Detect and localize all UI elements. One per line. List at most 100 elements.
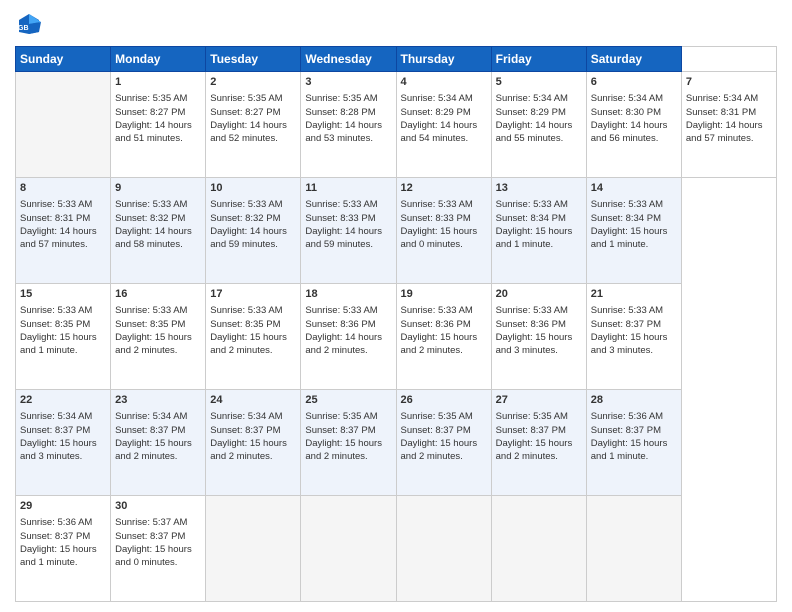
day-info: Daylight: 14 hours (20, 225, 106, 238)
day-info: Daylight: 14 hours (305, 225, 391, 238)
day-info: Sunset: 8:36 PM (401, 318, 487, 331)
day-info: and 1 minute. (20, 556, 106, 569)
day-cell: 25Sunrise: 5:35 AMSunset: 8:37 PMDayligh… (301, 390, 396, 496)
day-info: Daylight: 15 hours (591, 225, 677, 238)
day-info: Sunset: 8:37 PM (591, 424, 677, 437)
day-cell: 20Sunrise: 5:33 AMSunset: 8:36 PMDayligh… (491, 284, 586, 390)
day-info: and 59 minutes. (305, 238, 391, 251)
day-cell: 29Sunrise: 5:36 AMSunset: 8:37 PMDayligh… (16, 496, 111, 602)
day-cell: 16Sunrise: 5:33 AMSunset: 8:35 PMDayligh… (111, 284, 206, 390)
day-info: Daylight: 15 hours (496, 437, 582, 450)
day-cell: 23Sunrise: 5:34 AMSunset: 8:37 PMDayligh… (111, 390, 206, 496)
day-number: 20 (496, 287, 582, 302)
day-info: Sunset: 8:37 PM (20, 530, 106, 543)
day-info: Sunset: 8:30 PM (591, 106, 677, 119)
day-info: Sunrise: 5:34 AM (115, 410, 201, 423)
day-info: Sunrise: 5:33 AM (591, 198, 677, 211)
day-info: Sunrise: 5:35 AM (305, 92, 391, 105)
day-info: and 2 minutes. (496, 450, 582, 463)
day-cell: 12Sunrise: 5:33 AMSunset: 8:33 PMDayligh… (396, 178, 491, 284)
day-info: Sunrise: 5:34 AM (210, 410, 296, 423)
day-info: Daylight: 15 hours (210, 331, 296, 344)
day-info: Sunrise: 5:35 AM (115, 92, 201, 105)
day-cell (301, 496, 396, 602)
day-cell: 21Sunrise: 5:33 AMSunset: 8:37 PMDayligh… (586, 284, 681, 390)
day-info: Sunset: 8:36 PM (305, 318, 391, 331)
day-number: 3 (305, 75, 391, 90)
day-cell: 24Sunrise: 5:34 AMSunset: 8:37 PMDayligh… (206, 390, 301, 496)
day-info: and 58 minutes. (115, 238, 201, 251)
day-info: Daylight: 14 hours (305, 331, 391, 344)
day-info: and 51 minutes. (115, 132, 201, 145)
day-number: 26 (401, 393, 487, 408)
day-info: Daylight: 15 hours (401, 331, 487, 344)
day-info: Daylight: 14 hours (115, 119, 201, 132)
day-cell: 8 Sunrise: 5:33 AMSunset: 8:31 PMDaylight… (16, 178, 111, 284)
day-info: Sunrise: 5:34 AM (20, 410, 106, 423)
day-info: Sunset: 8:27 PM (210, 106, 296, 119)
day-number: 21 (591, 287, 677, 302)
day-info: Sunset: 8:34 PM (591, 212, 677, 225)
day-info: Sunrise: 5:36 AM (20, 516, 106, 529)
day-info: Sunset: 8:37 PM (115, 424, 201, 437)
day-info: Sunset: 8:37 PM (305, 424, 391, 437)
day-number: 11 (305, 181, 391, 196)
day-cell (491, 496, 586, 602)
day-number: 7 (686, 75, 772, 90)
day-info: Sunset: 8:37 PM (401, 424, 487, 437)
day-cell: 2Sunrise: 5:35 AMSunset: 8:27 PMDaylight… (206, 72, 301, 178)
day-info: and 1 minute. (591, 238, 677, 251)
day-info: Sunrise: 5:33 AM (305, 304, 391, 317)
day-info: Daylight: 15 hours (115, 331, 201, 344)
day-info: Sunrise: 5:33 AM (496, 304, 582, 317)
day-info: Sunset: 8:31 PM (20, 212, 106, 225)
day-info: and 0 minutes. (401, 238, 487, 251)
week-row-5: 29Sunrise: 5:36 AMSunset: 8:37 PMDayligh… (16, 496, 777, 602)
day-info: Sunrise: 5:33 AM (401, 304, 487, 317)
day-cell: 10Sunrise: 5:33 AMSunset: 8:32 PMDayligh… (206, 178, 301, 284)
day-info: Daylight: 15 hours (591, 331, 677, 344)
day-info: and 56 minutes. (591, 132, 677, 145)
day-info: Sunrise: 5:34 AM (686, 92, 772, 105)
day-info: Sunset: 8:32 PM (115, 212, 201, 225)
day-number: 2 (210, 75, 296, 90)
day-info: and 2 minutes. (401, 450, 487, 463)
day-cell: 18Sunrise: 5:33 AMSunset: 8:36 PMDayligh… (301, 284, 396, 390)
day-info: Daylight: 15 hours (496, 225, 582, 238)
day-header-friday: Friday (491, 47, 586, 72)
header: GB (15, 10, 777, 38)
day-info: Sunrise: 5:33 AM (591, 304, 677, 317)
day-info: Sunrise: 5:33 AM (20, 198, 106, 211)
day-cell: 28 Sunrise: 5:36 AMSunset: 8:37 PMDayligh… (586, 390, 681, 496)
day-number: 8 (20, 181, 106, 196)
day-info: Daylight: 14 hours (496, 119, 582, 132)
day-cell: 19Sunrise: 5:33 AMSunset: 8:36 PMDayligh… (396, 284, 491, 390)
day-header-thursday: Thursday (396, 47, 491, 72)
day-header-wednesday: Wednesday (301, 47, 396, 72)
day-info: Sunrise: 5:33 AM (210, 198, 296, 211)
day-info: and 57 minutes. (686, 132, 772, 145)
day-info: and 52 minutes. (210, 132, 296, 145)
day-cell (206, 496, 301, 602)
day-cell: 7Sunrise: 5:34 AMSunset: 8:31 PMDaylight… (681, 72, 776, 178)
day-info: and 2 minutes. (115, 450, 201, 463)
logo: GB (15, 10, 47, 38)
day-number: 28 (591, 393, 677, 408)
week-row-4: 22Sunrise: 5:34 AMSunset: 8:37 PMDayligh… (16, 390, 777, 496)
day-header-sunday: Sunday (16, 47, 111, 72)
day-cell: 4Sunrise: 5:34 AMSunset: 8:29 PMDaylight… (396, 72, 491, 178)
header-row: SundayMondayTuesdayWednesdayThursdayFrid… (16, 47, 777, 72)
day-info: Sunrise: 5:36 AM (591, 410, 677, 423)
day-info: Sunrise: 5:35 AM (496, 410, 582, 423)
day-info: Daylight: 14 hours (591, 119, 677, 132)
day-cell: 27Sunrise: 5:35 AMSunset: 8:37 PMDayligh… (491, 390, 586, 496)
day-info: Sunrise: 5:35 AM (305, 410, 391, 423)
day-info: Sunset: 8:37 PM (20, 424, 106, 437)
day-info: Sunrise: 5:33 AM (496, 198, 582, 211)
day-info: Daylight: 15 hours (591, 437, 677, 450)
day-number: 22 (20, 393, 106, 408)
day-info: Sunrise: 5:33 AM (115, 304, 201, 317)
day-cell: 22Sunrise: 5:34 AMSunset: 8:37 PMDayligh… (16, 390, 111, 496)
week-row-2: 8Sunrise: 5:33 AMSunset: 8:31 PMDaylight… (16, 178, 777, 284)
day-number: 24 (210, 393, 296, 408)
